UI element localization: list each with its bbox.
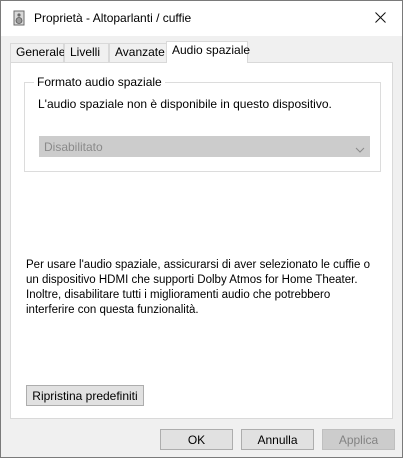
unavailable-message: L'audio spaziale non è disponibile in qu… xyxy=(38,97,332,111)
tab-audio-spaziale[interactable]: Audio spaziale xyxy=(166,41,250,63)
window-title: Proprietà - Altoparlanti / cuffie xyxy=(34,11,192,25)
tab-livelli[interactable]: Livelli xyxy=(64,43,109,62)
tab-generale[interactable]: Generale xyxy=(10,43,65,62)
properties-dialog: Proprietà - Altoparlanti / cuffie Genera… xyxy=(0,0,403,458)
chevron-down-icon xyxy=(355,143,365,153)
title-bar: Proprietà - Altoparlanti / cuffie xyxy=(1,1,402,36)
speaker-icon xyxy=(11,10,27,26)
apply-button[interactable]: Applica xyxy=(322,429,395,450)
select-value: Disabilitato xyxy=(44,140,103,154)
cancel-button[interactable]: Annulla xyxy=(241,429,314,450)
tab-avanzate[interactable]: Avanzate xyxy=(109,43,167,62)
info-text: Per usare l'audio spaziale, assicurarsi … xyxy=(26,259,370,316)
spatial-format-select[interactable]: Disabilitato xyxy=(39,136,370,157)
restore-defaults-button[interactable]: Ripristina predefiniti xyxy=(26,385,144,406)
ok-button[interactable]: OK xyxy=(160,429,233,450)
group-label: Formato audio spaziale xyxy=(34,75,165,89)
close-icon xyxy=(374,11,386,26)
close-button[interactable] xyxy=(358,1,402,36)
tab-panel: Formato audio spaziale L'audio spaziale … xyxy=(10,62,393,419)
spatial-format-group: Formato audio spaziale L'audio spaziale … xyxy=(24,75,381,172)
